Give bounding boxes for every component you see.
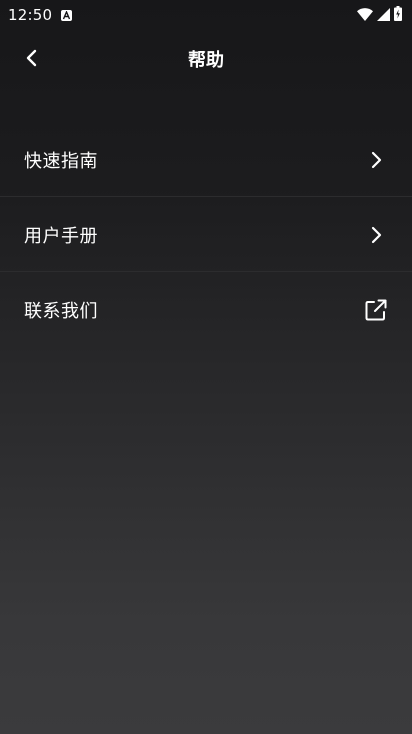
- chevron-right-icon: [364, 223, 388, 247]
- menu-item-label: 用户手册: [24, 225, 98, 247]
- menu-item-label: 快速指南: [24, 150, 98, 172]
- menu-item-contact-us[interactable]: 联系我们: [0, 272, 412, 347]
- menu-item-quick-guide[interactable]: 快速指南: [0, 122, 412, 197]
- wifi-icon: [357, 6, 373, 25]
- help-menu-list: 快速指南 用户手册 联系我们: [0, 122, 412, 347]
- status-icons: [357, 5, 402, 25]
- menu-item-user-manual[interactable]: 用户手册: [0, 197, 412, 272]
- a-notification-icon: [61, 9, 73, 21]
- page-title: 帮助: [188, 50, 224, 71]
- external-link-icon: [364, 298, 388, 322]
- menu-item-label: 联系我们: [24, 300, 98, 322]
- status-bar: 12:50: [0, 0, 412, 30]
- app-bar: 帮助: [0, 30, 412, 88]
- status-time: 12:50: [8, 6, 53, 24]
- battery-icon: [394, 5, 402, 25]
- cell-signal-icon: [377, 6, 390, 25]
- chevron-right-icon: [364, 148, 388, 172]
